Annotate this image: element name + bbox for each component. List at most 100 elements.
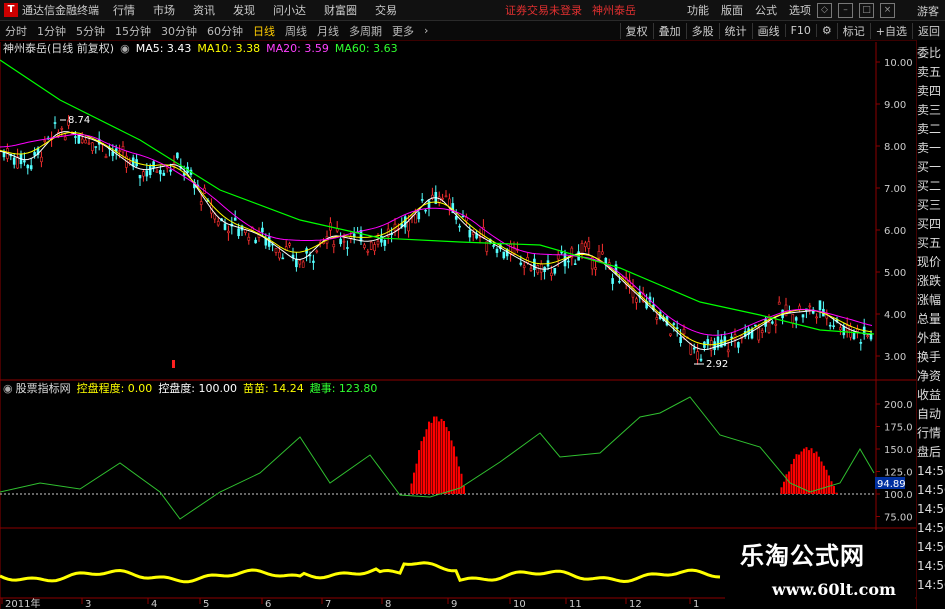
side-panel-item[interactable]: 买一: [917, 158, 945, 177]
menu-ask[interactable]: 问小达: [273, 2, 306, 18]
tab-weekly[interactable]: 周线: [280, 23, 312, 39]
control-bar: [815, 451, 818, 494]
multi-stock-button[interactable]: 多股: [685, 22, 719, 39]
back-button[interactable]: 返回: [912, 22, 945, 39]
maximize-icon[interactable]: □: [859, 2, 874, 18]
side-panel-item[interactable]: 收益: [917, 386, 945, 405]
candle-body: [730, 336, 733, 339]
draw-button[interactable]: 画线: [751, 22, 785, 39]
side-panel-item[interactable]: 总量: [917, 310, 945, 329]
candle-body: [866, 335, 869, 337]
tab-5min[interactable]: 5分钟: [71, 23, 110, 39]
side-panel-item[interactable]: 14:50: [917, 481, 945, 500]
candle-body: [828, 324, 832, 327]
guest-login[interactable]: 游客: [917, 3, 939, 19]
side-panel-item[interactable]: 现价: [917, 253, 945, 272]
tab-30min[interactable]: 30分钟: [156, 23, 202, 39]
candle-body: [815, 316, 818, 319]
menu-wealth[interactable]: 财富圈: [324, 2, 357, 18]
candle-body: [148, 166, 152, 175]
side-panel-item[interactable]: 委比: [917, 44, 945, 63]
side-panel-item[interactable]: 卖一: [917, 139, 945, 158]
menu-function[interactable]: 功能: [687, 2, 709, 18]
menu-options[interactable]: 选项: [789, 2, 811, 18]
candle-body: [74, 136, 77, 138]
gear-icon[interactable]: ⚙: [815, 24, 837, 37]
tab-timeshare[interactable]: 分时: [0, 23, 32, 39]
candle-body: [159, 170, 162, 175]
tab-daily[interactable]: 日线: [248, 23, 280, 39]
candle-body: [155, 170, 159, 173]
control-bar: [783, 481, 785, 494]
more-chevron-icon[interactable]: ›: [419, 24, 433, 37]
tab-multi-period[interactable]: 多周期: [344, 23, 387, 39]
ma-settings-icon[interactable]: ◉: [120, 42, 130, 55]
kline-chart[interactable]: 10.00 9.00 8.00 7.00 6.00 5.00 4.00 3.00 200.0 1…: [0, 40, 916, 609]
side-panel-item[interactable]: 卖二: [917, 120, 945, 139]
side-panel-item[interactable]: 换手: [917, 348, 945, 367]
menu-layout[interactable]: 版面: [721, 2, 743, 18]
side-panel-item[interactable]: 14:50: [917, 538, 945, 557]
mark-button[interactable]: 标记: [836, 22, 870, 39]
event-marker: [172, 360, 175, 368]
stats-button[interactable]: 统计: [718, 22, 752, 39]
candle-body: [471, 232, 475, 235]
add-favorite-button[interactable]: +自选: [869, 22, 912, 39]
side-panel-item[interactable]: 外盘: [917, 329, 945, 348]
candle-body: [567, 260, 570, 263]
adjust-button[interactable]: 复权: [619, 22, 653, 39]
tab-60min[interactable]: 60分钟: [202, 23, 248, 39]
side-panel-item[interactable]: 盘后: [917, 443, 945, 462]
menu-trade[interactable]: 交易: [375, 2, 397, 18]
candle-body: [254, 239, 257, 244]
side-panel-item[interactable]: 涨幅: [917, 291, 945, 310]
candle-body: [672, 323, 676, 325]
side-panel-item[interactable]: 14:50: [917, 462, 945, 481]
side-panel-item[interactable]: 涨跌: [917, 272, 945, 291]
tab-15min[interactable]: 15分钟: [110, 23, 156, 39]
login-notice[interactable]: 证券交易未登录: [505, 2, 582, 18]
close-icon[interactable]: ×: [880, 2, 895, 18]
side-panel-item[interactable]: 卖五: [917, 63, 945, 82]
candle-body: [233, 217, 237, 221]
side-panel-item[interactable]: 买三: [917, 196, 945, 215]
candle-body: [502, 251, 506, 259]
side-panel-item[interactable]: 净资: [917, 367, 945, 386]
side-panel-item[interactable]: 14:50: [917, 519, 945, 538]
side-panel-item[interactable]: 买五: [917, 234, 945, 253]
stock-label[interactable]: 神州泰岳(日线 前复权): [3, 40, 114, 56]
minimize-icon[interactable]: –: [838, 2, 853, 18]
side-panel-item[interactable]: 14:50: [917, 576, 945, 595]
candle-body: [87, 142, 91, 145]
side-panel-item[interactable]: 卖四: [917, 82, 945, 101]
menu-formula[interactable]: 公式: [755, 2, 777, 18]
price-tick-label: 9.00: [884, 100, 906, 111]
candle-body: [332, 244, 336, 248]
f10-button[interactable]: F10: [784, 24, 816, 37]
side-panel-item[interactable]: 买二: [917, 177, 945, 196]
control-bar: [423, 436, 425, 494]
side-panel-item[interactable]: 14:50: [917, 500, 945, 519]
menu-news[interactable]: 资讯: [193, 2, 215, 18]
side-panel-item[interactable]: 买四: [917, 215, 945, 234]
tab-monthly[interactable]: 月线: [312, 23, 344, 39]
control-bar: [435, 416, 438, 494]
candle-body: [142, 171, 145, 177]
overlay-button[interactable]: 叠加: [652, 22, 686, 39]
candle-body: [818, 300, 822, 310]
menu-discover[interactable]: 发现: [233, 2, 255, 18]
candle-body: [495, 248, 499, 253]
indicator-name[interactable]: 股票指标网: [16, 380, 71, 396]
indicator-settings-icon[interactable]: ◉: [3, 382, 13, 395]
candle-body: [689, 343, 693, 355]
side-panel-item[interactable]: 自动: [917, 405, 945, 424]
menu-market[interactable]: 市场: [153, 2, 175, 18]
side-panel-item[interactable]: 卖三: [917, 101, 945, 120]
tab-1min[interactable]: 1分钟: [32, 23, 71, 39]
menu-quotes[interactable]: 行情: [113, 2, 135, 18]
side-panel-item[interactable]: 行情: [917, 424, 945, 443]
tab-more[interactable]: 更多: [387, 23, 419, 39]
candle-body: [91, 142, 94, 151]
side-panel-item[interactable]: 14:50: [917, 557, 945, 576]
chat-icon[interactable]: ◇: [817, 2, 832, 18]
